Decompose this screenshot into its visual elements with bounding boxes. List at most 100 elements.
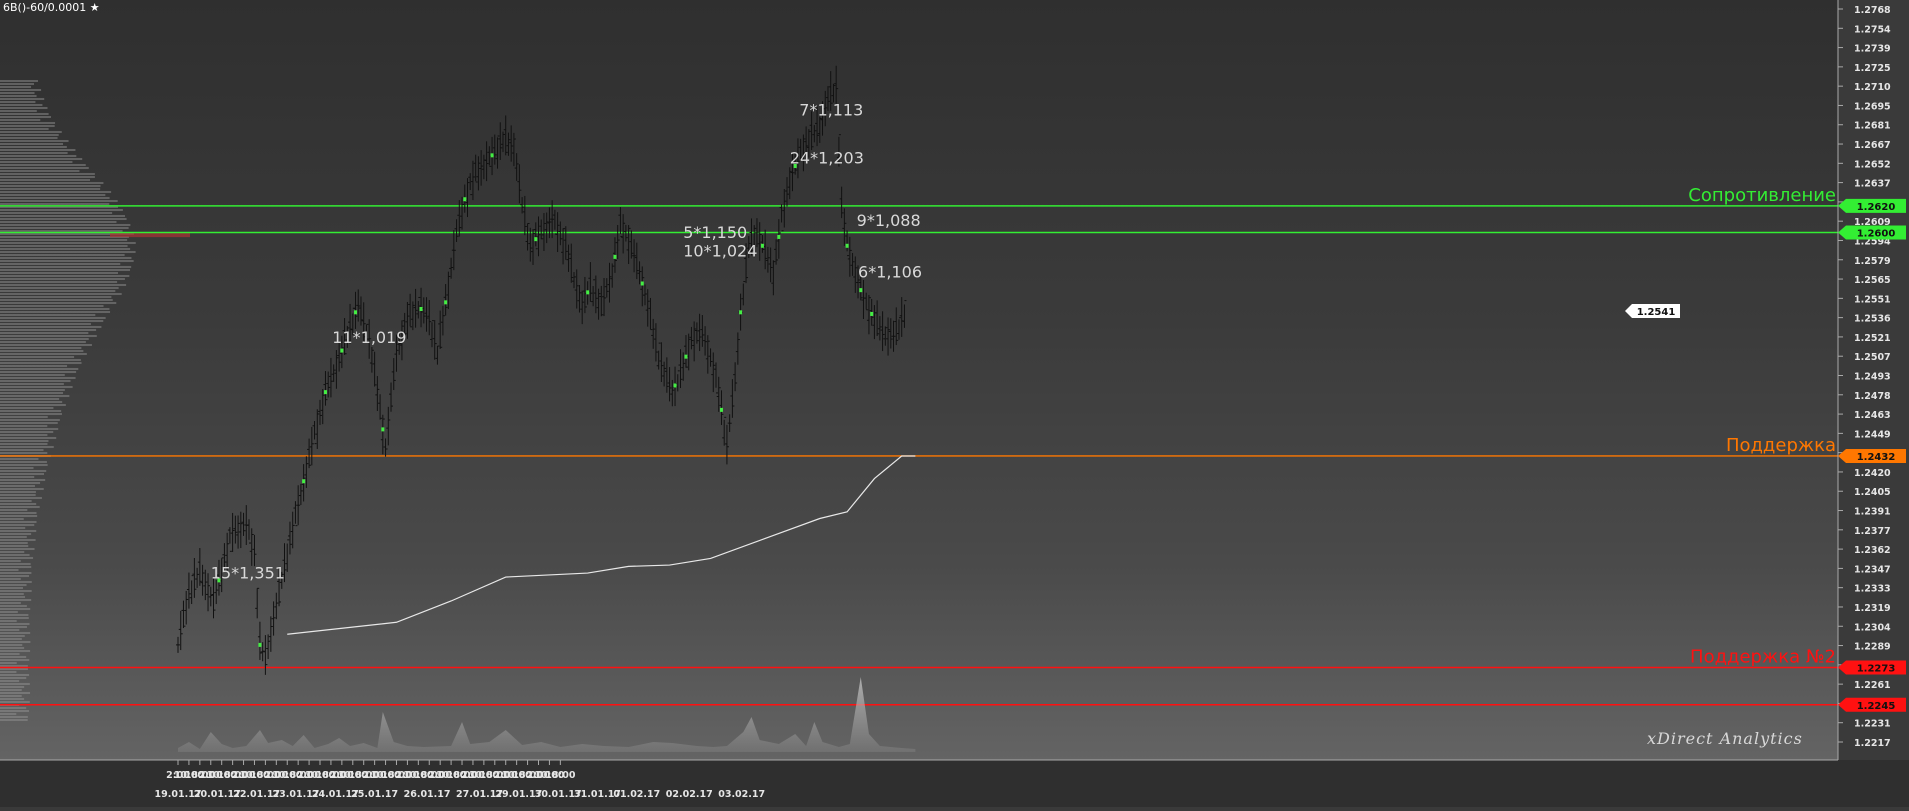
volume-profile-bar <box>0 653 20 655</box>
star-icon[interactable]: ★ <box>90 1 100 14</box>
volume-profile-bar <box>0 188 101 190</box>
volume-profile-bar <box>0 527 26 529</box>
price-tick-label: 1.2231 <box>1854 719 1891 730</box>
volume-profile-bar <box>0 584 27 586</box>
volume-profile-bar <box>0 389 65 391</box>
volume-profile-bar <box>0 656 27 658</box>
volume-profile-bar <box>0 605 27 607</box>
volume-profile-bar <box>0 338 89 340</box>
signal-markers <box>217 153 874 647</box>
volume-profile-bar <box>0 305 104 307</box>
volume-profile-bar <box>0 680 20 682</box>
volume-profile-bar <box>0 461 47 463</box>
volume-profile-bar <box>0 266 132 268</box>
volume-profile-bar <box>0 398 60 400</box>
volume-profile-bar <box>0 239 128 241</box>
price-tick-label: 1.2667 <box>1854 140 1891 151</box>
price-tick-label: 1.2261 <box>1854 680 1891 691</box>
price-tick-label: 1.2347 <box>1854 564 1891 575</box>
volume-profile-bar <box>0 641 31 643</box>
volume-profile-bar <box>0 83 35 85</box>
volume-profile-bar <box>0 647 25 649</box>
volume-profile-bar <box>0 176 95 178</box>
volume-profile-bar <box>0 668 28 670</box>
volume-profile-bar <box>0 467 34 469</box>
volume-profile-bar <box>0 593 24 595</box>
volume-profile-bar <box>0 404 66 406</box>
volume-profile-bar <box>0 320 104 322</box>
volume-profile-bar <box>0 350 84 352</box>
volume-profile-bar <box>0 686 25 688</box>
price-tick-label: 1.2652 <box>1854 159 1891 170</box>
volume-profile-bar <box>0 644 23 646</box>
price-tick-label: 1.2289 <box>1854 642 1891 653</box>
price-tick-label: 1.2579 <box>1854 256 1891 267</box>
volume-profile-bar <box>0 107 48 109</box>
volume-profile-bar <box>0 137 58 139</box>
volume-profile-bar <box>0 566 32 568</box>
volume-profile-bar <box>0 698 25 700</box>
volume-profile-bar <box>0 716 28 718</box>
signal-marker <box>777 234 781 239</box>
volume-profile-bar <box>0 251 136 253</box>
signal-marker <box>258 642 262 647</box>
volume-profile-bar <box>0 713 17 715</box>
volume-profile-bar <box>0 401 63 403</box>
volume-profile-bar <box>0 269 131 271</box>
volume-profile-bar <box>0 452 48 454</box>
volume-profile-bar <box>0 224 131 226</box>
price-tick-label: 1.2681 <box>1854 121 1891 132</box>
volume-profile-bar <box>0 158 83 160</box>
volume-profile-bar <box>0 563 31 565</box>
volume-profile-bar <box>0 359 81 361</box>
volume-profile-bar <box>0 182 104 184</box>
volume-profile-bar <box>0 122 56 124</box>
price-chart[interactable]: 1.2620 Сопротивление 1.2600 1.2432 Поддержка… <box>0 0 1909 807</box>
volume-profile-bar <box>0 590 32 592</box>
volume-profile-bar <box>0 362 82 364</box>
volume-profile-bar <box>0 296 112 298</box>
volume-profile-bar <box>0 710 29 712</box>
symbol-label: 6B()-60/0.0001 <box>3 1 87 14</box>
volume-profile-bar <box>0 179 90 181</box>
volume-profile-bar <box>0 95 37 97</box>
signal-marker <box>534 237 538 242</box>
volume-profile-bar <box>0 419 60 421</box>
volume-profile-bar <box>0 413 62 415</box>
price-tick-label: 1.2420 <box>1854 468 1891 479</box>
volume-profile-bar <box>0 479 46 481</box>
volume-profile-bar <box>0 533 32 535</box>
volume-profile-bar <box>0 410 62 412</box>
volume-profile-bar <box>0 560 21 562</box>
level-name-label: Поддержка №2 <box>1690 647 1836 668</box>
volume-profile-bar <box>0 209 123 211</box>
price-tick-label: 1.2391 <box>1854 507 1891 518</box>
volume-profile-bar <box>0 326 102 328</box>
time-axis[interactable]: 2:0010:0018:002:0010:0018:002:0010:0018:… <box>0 759 1909 807</box>
volume-profile-bar <box>0 368 79 370</box>
price-tick-label: 1.2507 <box>1854 352 1891 363</box>
volume-profile-bar <box>0 287 119 289</box>
volume-profile-bar <box>0 485 35 487</box>
volume-profile-bar <box>0 218 127 220</box>
volume-profile-bar <box>0 659 30 661</box>
volume-profile-bar <box>0 497 42 499</box>
volume-profile-bar <box>0 191 112 193</box>
volume-profile-bar <box>0 173 95 175</box>
volume-profile-bar <box>0 86 32 88</box>
signal-marker <box>354 310 358 315</box>
volume-profile-bar <box>0 311 111 313</box>
volume-profile-bar <box>0 131 62 133</box>
volume-profile-bar <box>0 332 89 334</box>
price-tick-label: 1.2565 <box>1854 275 1891 286</box>
signal-marker <box>739 310 743 315</box>
price-tick-label: 1.2695 <box>1854 101 1891 112</box>
volume-profile-bar <box>0 221 117 223</box>
volume-profile-bar <box>0 614 29 616</box>
price-tick-label: 1.2362 <box>1854 545 1891 556</box>
volume-profile-bar <box>0 617 29 619</box>
volume-profile-bar <box>0 638 22 640</box>
volume-profile-bar <box>0 449 44 451</box>
volume-profile-bar <box>0 608 31 610</box>
level-price-label: 1.2432 <box>1857 452 1896 463</box>
